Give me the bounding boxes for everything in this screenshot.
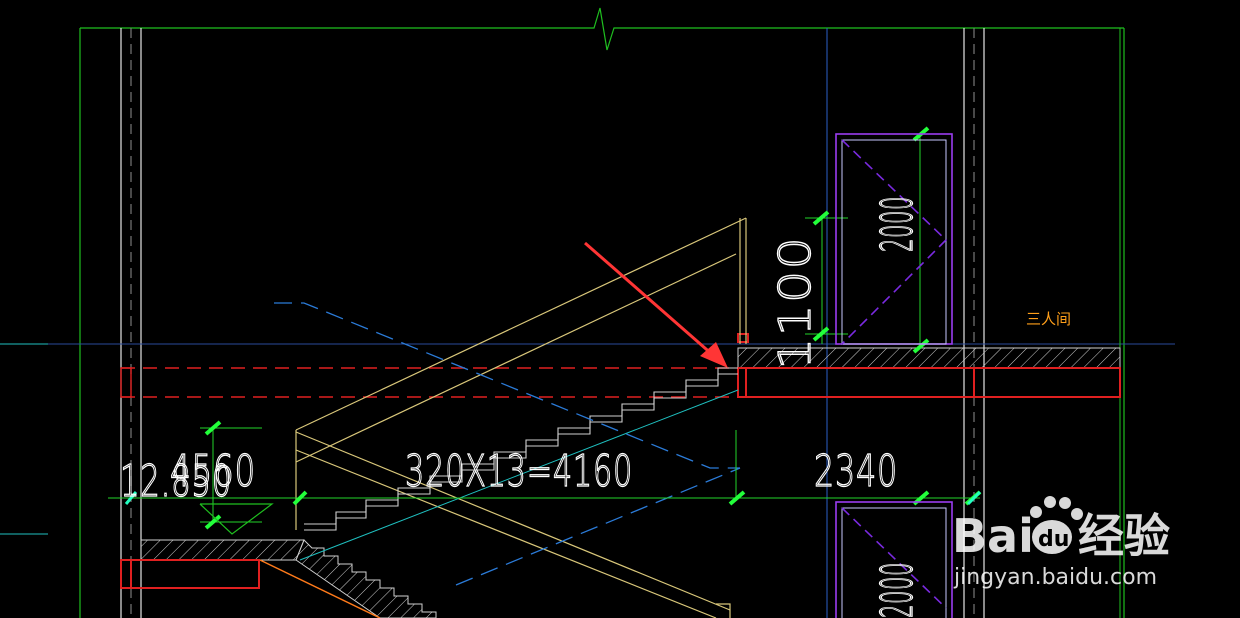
beam-dashed xyxy=(120,367,738,398)
left-wall xyxy=(120,28,142,618)
dim-flight: 320X13=4160 xyxy=(405,446,633,497)
dim-rail-height: 1100 xyxy=(770,236,821,370)
dim-landing: 2340 xyxy=(814,446,898,497)
dim-left-b: 12.850 xyxy=(120,456,232,507)
cad-drawing-canvas: 320X13=4160 2340 4560 12.850 1100 2000 2… xyxy=(0,7,1175,618)
annotation-arrow xyxy=(584,241,728,368)
watermark-brand-suffix: du xyxy=(1038,527,1069,552)
watermark-brand: Bai xyxy=(952,509,1034,563)
dim-door-height-lower: 2000 xyxy=(872,562,923,618)
level-marker xyxy=(199,503,274,535)
watermark-url: jingyan.baidu.com xyxy=(953,565,1157,590)
lower-slab xyxy=(120,539,305,589)
room-label: 三人间 xyxy=(1026,310,1071,328)
watermark-cn: 经验 xyxy=(1078,509,1170,563)
dim-door-height: 2000 xyxy=(872,196,923,252)
baidu-watermark: Bai du 经验 jingyan.baidu.com xyxy=(952,496,1170,590)
